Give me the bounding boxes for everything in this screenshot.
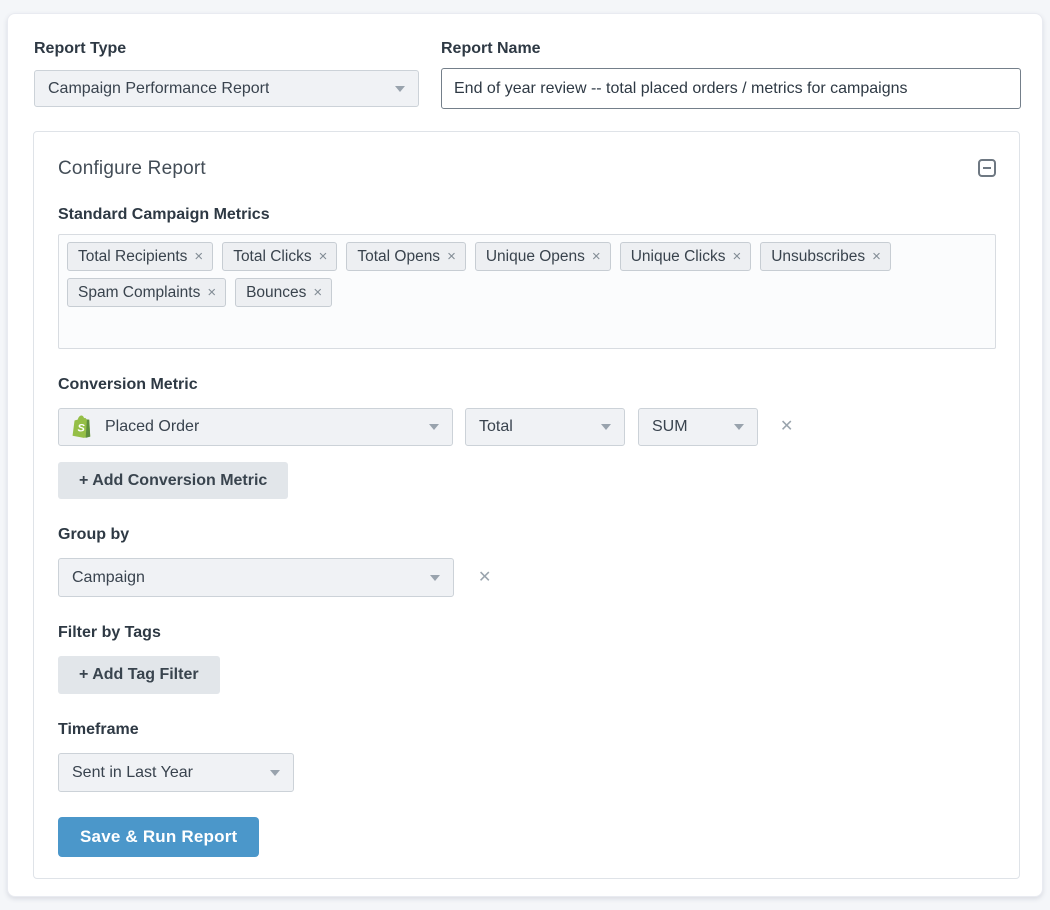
chip-remove-icon[interactable]: × [447, 249, 456, 264]
metric-chip-label: Unique Clicks [631, 248, 726, 266]
svg-text:S: S [78, 423, 86, 435]
metric-chip-label: Total Recipients [78, 248, 187, 266]
chevron-down-icon [601, 424, 611, 430]
configure-report-panel: Configure Report Standard Campaign Metri… [33, 131, 1020, 879]
timeframe-select[interactable]: Sent in Last Year [58, 753, 294, 792]
metric-chip: Total Recipients × [67, 242, 213, 271]
remove-conversion-metric-icon[interactable]: ✕ [780, 419, 793, 435]
filter-by-tags-label: Filter by Tags [58, 623, 996, 642]
chevron-down-icon [430, 575, 440, 581]
report-builder-card: Report Type Campaign Performance Report … [7, 13, 1043, 897]
metric-chip: Bounces × [235, 278, 332, 307]
metric-chip-label: Unsubscribes [771, 248, 865, 266]
timeframe-value: Sent in Last Year [72, 764, 193, 782]
metric-chip-label: Spam Complaints [78, 284, 200, 302]
chip-remove-icon[interactable]: × [313, 285, 322, 300]
metric-chip: Unique Clicks × [620, 242, 752, 271]
report-name-label: Report Name [441, 39, 1021, 58]
configure-report-title: Configure Report [58, 157, 206, 180]
report-name-input[interactable] [441, 68, 1021, 109]
report-header-row: Report Type Campaign Performance Report … [34, 39, 1021, 109]
group-by-select[interactable]: Campaign [58, 558, 454, 597]
chip-remove-icon[interactable]: × [207, 285, 216, 300]
metric-chip-label: Unique Opens [486, 248, 585, 266]
group-by-row: Campaign ✕ [58, 558, 996, 597]
measure-value: Total [479, 418, 513, 436]
conversion-metric-selected: S Placed Order [72, 414, 199, 440]
remove-group-by-icon[interactable]: ✕ [478, 570, 491, 586]
conversion-metric-value: Placed Order [105, 418, 199, 436]
configure-report-header: Configure Report [58, 157, 996, 180]
collapse-panel-button[interactable] [978, 159, 996, 177]
chip-remove-icon[interactable]: × [592, 249, 601, 264]
minus-icon [983, 167, 991, 169]
add-conversion-metric-button[interactable]: + Add Conversion Metric [58, 462, 288, 499]
chevron-down-icon [429, 424, 439, 430]
chip-remove-icon[interactable]: × [872, 249, 881, 264]
group-by-value: Campaign [72, 569, 145, 587]
chip-remove-icon[interactable]: × [319, 249, 328, 264]
report-type-label: Report Type [34, 39, 419, 58]
metric-chip: Unsubscribes × [760, 242, 891, 271]
conversion-metric-label: Conversion Metric [58, 375, 996, 394]
report-name-field: Report Name [441, 39, 1021, 109]
conversion-metric-row: S Placed Order Total SUM ✕ [58, 408, 996, 446]
add-tag-filter-button[interactable]: + Add Tag Filter [58, 656, 220, 694]
aggregate-value: SUM [652, 418, 688, 436]
chevron-down-icon [270, 770, 280, 776]
shopify-icon: S [72, 414, 94, 440]
aggregate-select[interactable]: SUM [638, 408, 758, 446]
report-type-select[interactable]: Campaign Performance Report [34, 70, 419, 107]
chevron-down-icon [395, 86, 405, 92]
metric-chip-label: Total Clicks [233, 248, 311, 266]
metric-chip: Total Clicks × [222, 242, 337, 271]
report-type-value: Campaign Performance Report [48, 80, 269, 98]
chip-remove-icon[interactable]: × [194, 249, 203, 264]
group-by-label: Group by [58, 525, 996, 544]
conversion-metric-select[interactable]: S Placed Order [58, 408, 453, 446]
metric-chip-label: Bounces [246, 284, 306, 302]
report-type-field: Report Type Campaign Performance Report [34, 39, 419, 109]
save-run-report-button[interactable]: Save & Run Report [58, 817, 259, 857]
measure-select[interactable]: Total [465, 408, 625, 446]
metric-chip: Unique Opens × [475, 242, 611, 271]
chip-remove-icon[interactable]: × [732, 249, 741, 264]
standard-metrics-label: Standard Campaign Metrics [58, 205, 996, 224]
timeframe-label: Timeframe [58, 720, 996, 739]
chevron-down-icon [734, 424, 744, 430]
selected-metrics-box[interactable]: Total Recipients × Total Clicks × Total … [58, 234, 996, 349]
metric-chip: Total Opens × [346, 242, 465, 271]
metric-chip-label: Total Opens [357, 248, 440, 266]
metric-chip: Spam Complaints × [67, 278, 226, 307]
